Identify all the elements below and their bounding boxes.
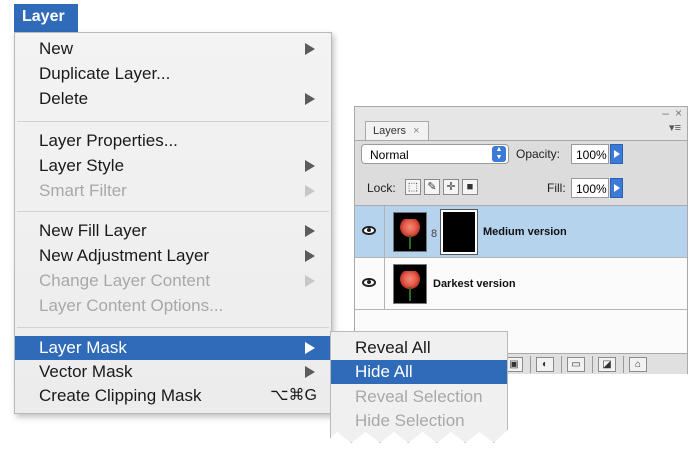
- toolbar-divider: [561, 356, 562, 373]
- trash-icon[interactable]: ⌂: [629, 357, 647, 372]
- fill-slider-arrow-icon[interactable]: [610, 178, 623, 198]
- tab-label: Layers: [373, 125, 407, 137]
- submenu-arrow-icon: [305, 93, 315, 105]
- layer-name: Medium version: [483, 226, 567, 238]
- eye-icon: [362, 278, 376, 287]
- menu-item-label: Layer Mask: [39, 338, 127, 357]
- submenu-item-label: Hide All: [355, 362, 413, 381]
- layer-row-medium-version[interactable]: 8 Medium version: [355, 206, 687, 258]
- toolbar-divider: [530, 356, 531, 373]
- menu-item-create-clipping-mask[interactable]: Create Clipping Mask ⌥⌘G: [15, 384, 331, 408]
- opacity-field[interactable]: 100%: [571, 144, 609, 164]
- layer-name: Darkest version: [433, 278, 516, 290]
- opacity-label: Opacity:: [516, 147, 561, 161]
- new-group-folder-icon[interactable]: ▭: [567, 357, 585, 372]
- flower-stem: [409, 235, 411, 249]
- menu-item-label: Change Layer Content: [39, 271, 211, 290]
- submenu-arrow-icon: [305, 160, 315, 172]
- submenu-item-label: Hide Selection: [355, 411, 465, 430]
- layer-mask-thumbnail[interactable]: [440, 209, 478, 255]
- menu-item-layer-style[interactable]: Layer Style: [15, 154, 331, 178]
- submenu-arrow-icon: [305, 43, 315, 55]
- menu-item-layer-content-options: Layer Content Options...: [15, 294, 331, 318]
- menu-item-label: Create Clipping Mask: [39, 386, 202, 405]
- submenu-arrow-icon: [305, 366, 315, 378]
- visibility-toggle[interactable]: [355, 258, 385, 309]
- shortcut-label: ⌥⌘G: [270, 387, 317, 404]
- submenu-item-reveal-all[interactable]: Reveal All: [331, 336, 507, 360]
- tab-layers[interactable]: Layers ×: [365, 121, 429, 141]
- blend-mode-value: Normal: [370, 148, 409, 162]
- lock-position-icon[interactable]: ✛: [443, 179, 459, 195]
- minimize-icon[interactable]: –: [662, 106, 669, 120]
- lock-image-icon[interactable]: ✎: [424, 179, 440, 195]
- menu-item-vector-mask[interactable]: Vector Mask: [15, 360, 331, 384]
- submenu-arrow-icon: [305, 275, 315, 287]
- submenu-item-hide-all[interactable]: Hide All: [331, 360, 507, 384]
- submenu-item-hide-selection: Hide Selection: [331, 409, 507, 433]
- menu-item-layer-properties[interactable]: Layer Properties...: [15, 129, 331, 153]
- menu-item-new-adjustment-layer[interactable]: New Adjustment Layer: [15, 244, 331, 268]
- toolbar-divider: [623, 356, 624, 373]
- menu-item-new[interactable]: New: [15, 37, 331, 61]
- submenu-item-reveal-selection: Reveal Selection: [331, 385, 507, 409]
- menu-separator: [17, 121, 329, 122]
- lock-all-icon[interactable]: ■: [462, 179, 478, 195]
- lock-transparent-icon[interactable]: ⬚: [405, 179, 421, 195]
- panel-close-icon[interactable]: ×: [675, 106, 682, 120]
- layer-row-darkest-version[interactable]: Darkest version: [355, 258, 687, 310]
- menu-item-label: Duplicate Layer...: [39, 64, 171, 83]
- adjustment-layer-icon[interactable]: ◐: [536, 357, 554, 372]
- fill-field[interactable]: 100%: [571, 178, 609, 198]
- menu-item-label: New Fill Layer: [39, 221, 147, 240]
- new-layer-icon[interactable]: ◪: [598, 357, 616, 372]
- submenu-arrow-icon: [305, 250, 315, 262]
- panel-title-bar: – ×: [355, 106, 687, 121]
- opacity-slider-arrow-icon[interactable]: [610, 144, 623, 164]
- menu-separator: [17, 211, 329, 212]
- toolbar-divider: [592, 356, 593, 373]
- layer-menu-title[interactable]: Layer: [14, 4, 78, 32]
- submenu-item-label: Reveal Selection: [355, 387, 483, 406]
- layer-thumbnail: [393, 212, 427, 252]
- blend-mode-select[interactable]: Normal ▲ ▼: [361, 144, 509, 164]
- layer-mask-submenu: Reveal All Hide All Reveal Selection Hid…: [330, 331, 508, 443]
- visibility-toggle[interactable]: [355, 206, 385, 257]
- menu-item-label: Vector Mask: [39, 362, 133, 381]
- submenu-arrow-icon: [305, 225, 315, 237]
- menu-item-change-layer-content: Change Layer Content: [15, 269, 331, 293]
- link-chain-icon[interactable]: 8: [431, 228, 437, 240]
- menu-separator: [17, 327, 329, 328]
- menu-item-label: Layer Properties...: [39, 131, 178, 150]
- menu-item-smart-filter: Smart Filter: [15, 179, 331, 203]
- submenu-arrow-icon: [305, 342, 315, 354]
- menu-item-label: Smart Filter: [39, 181, 127, 200]
- menu-item-new-fill-layer[interactable]: New Fill Layer: [15, 219, 331, 243]
- submenu-item-label: Reveal All: [355, 338, 431, 357]
- close-icon[interactable]: ×: [413, 125, 419, 137]
- fill-label: Fill:: [547, 181, 566, 195]
- menu-item-label: Layer Style: [39, 156, 125, 175]
- eye-icon: [362, 226, 376, 235]
- flower-stem: [409, 287, 411, 301]
- menu-item-label: New: [39, 39, 74, 58]
- menu-item-delete[interactable]: Delete: [15, 87, 331, 111]
- submenu-arrow-icon: [305, 185, 315, 197]
- menu-item-label: Delete: [39, 89, 89, 108]
- layer-thumbnail: [393, 264, 427, 304]
- menu-item-label: New Adjustment Layer: [39, 246, 210, 265]
- chevron-updown-icon: ▲ ▼: [492, 146, 506, 162]
- menu-item-duplicate-layer[interactable]: Duplicate Layer...: [15, 62, 331, 86]
- lock-label: Lock:: [367, 181, 396, 195]
- panel-menu-icon[interactable]: ▾≡: [669, 121, 681, 134]
- menu-item-layer-mask[interactable]: Layer Mask: [15, 336, 331, 360]
- menu-item-label: Layer Content Options...: [39, 296, 224, 315]
- layer-menu: New Duplicate Layer... Delete Layer Prop…: [14, 32, 332, 414]
- layers-list: 8 Medium version Darkest version: [355, 205, 687, 353]
